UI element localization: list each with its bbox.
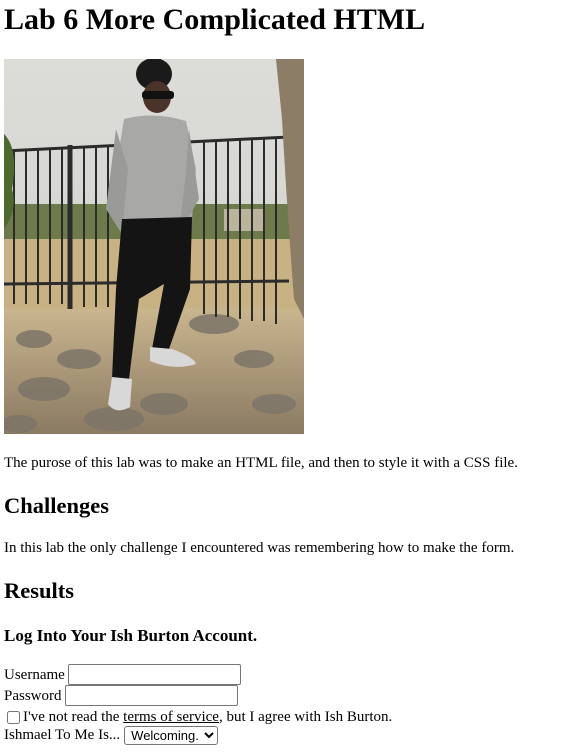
portrait-photo	[4, 59, 304, 434]
tos-checkbox[interactable]	[7, 710, 20, 724]
tos-text-after: , but I agree with Ish Burton.	[218, 709, 393, 725]
username-row: Username	[4, 664, 241, 685]
tos-text-before: I've not read the	[23, 709, 124, 725]
results-heading: Results	[4, 578, 75, 603]
tos-row: I've not read the terms of service, but …	[4, 707, 392, 727]
opinion-row: Ishmael To Me Is... Welcoming.	[4, 725, 219, 745]
intro-paragraph: The purose of this lab was to make an HT…	[4, 455, 518, 471]
form-title: Log Into Your Ish Burton Account.	[4, 626, 258, 645]
opinion-label: Ishmael To Me Is...	[4, 727, 121, 743]
password-input[interactable]	[64, 685, 238, 706]
page-title: Lab 6 More Complicated HTML	[4, 3, 426, 36]
username-input[interactable]	[67, 664, 241, 685]
opinion-select[interactable]: Welcoming.	[124, 725, 219, 745]
challenges-paragraph: In this lab the only challenge I encount…	[4, 540, 515, 556]
password-row: Password	[4, 685, 238, 706]
challenges-heading: Challenges	[4, 493, 110, 518]
tos-link[interactable]: terms of service	[123, 707, 219, 727]
password-label: Password	[4, 687, 62, 704]
username-label: Username	[4, 666, 65, 683]
